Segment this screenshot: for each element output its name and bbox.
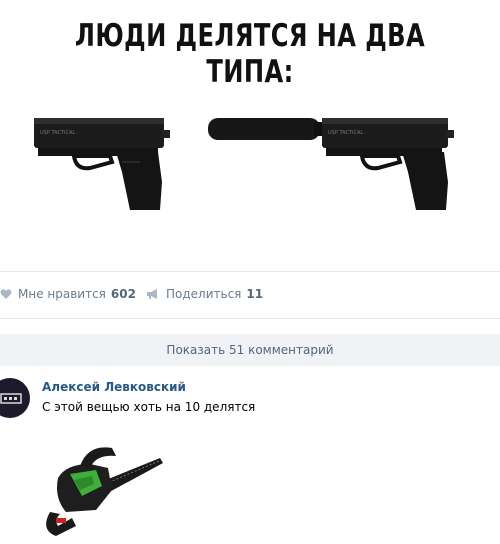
pistol-icon: USP TACTICAL (34, 118, 170, 210)
heart-icon (0, 288, 12, 299)
comment-text: С этой вещью хоть на 10 делятся (42, 400, 256, 414)
comment-attachment[interactable] (36, 434, 166, 540)
comment-item: Алексей Левковский С этой вещью хоть на … (0, 376, 500, 544)
chainsaw-icon (46, 447, 163, 536)
megaphone-icon (147, 289, 157, 299)
like-count: 602 (110, 287, 136, 301)
like-button[interactable]: Мне нравится 602 (0, 287, 136, 301)
avatar-logo-icon (0, 393, 22, 404)
share-label: Поделиться (166, 287, 242, 301)
svg-text:USP TACTICAL: USP TACTICAL (40, 130, 75, 136)
pistol-with-silencer-icon: USP TACTICAL (208, 118, 454, 210)
avatar[interactable] (0, 378, 30, 418)
post-actions: Мне нравится 602 Поделиться 11 (0, 282, 500, 308)
divider-bottom (0, 318, 500, 319)
meme-title: ЛЮДИ ДЕЛЯТСЯ НА ДВА ТИПА: (74, 18, 426, 90)
share-button[interactable]: Поделиться 11 (146, 287, 263, 301)
share-count: 11 (246, 287, 264, 301)
like-label: Мне нравится (18, 287, 106, 301)
divider-top (0, 271, 500, 272)
svg-text:USP TACTICAL: USP TACTICAL (328, 130, 363, 136)
meme-image[interactable]: ЛЮДИ ДЕЛЯТСЯ НА ДВА ТИПА: USP TACTICAL U… (0, 0, 500, 270)
comment-author[interactable]: Алексей Левковский (42, 380, 186, 394)
show-comments-button[interactable]: Показать 51 комментарий (0, 334, 500, 366)
